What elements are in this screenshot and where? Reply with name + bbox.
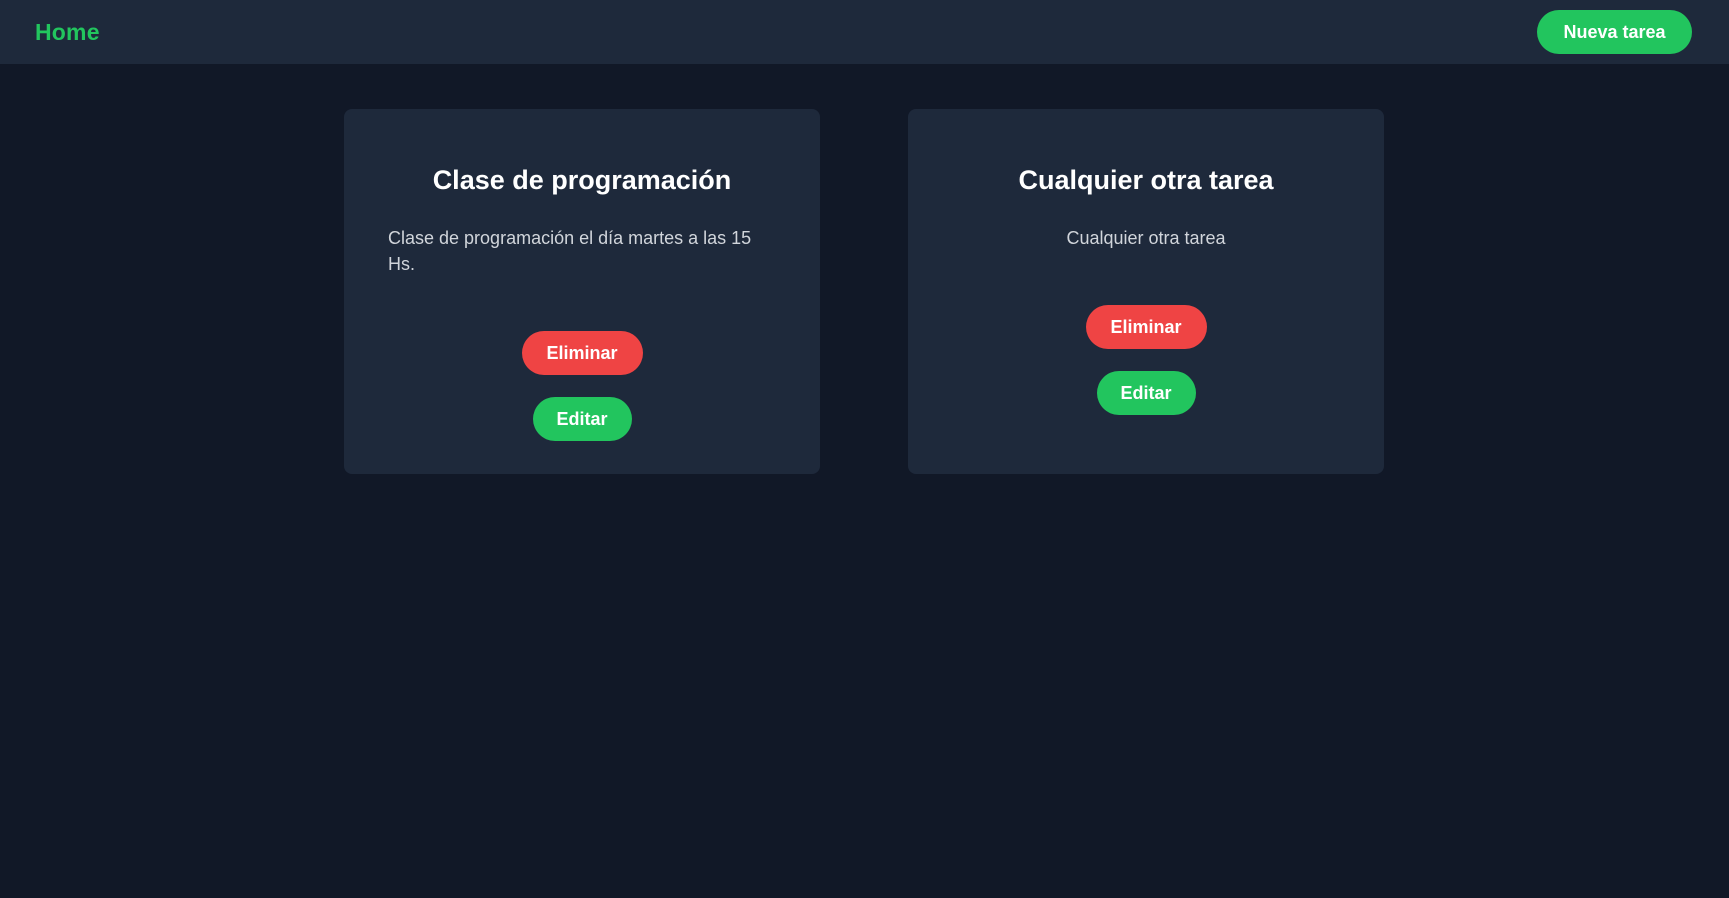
new-task-button[interactable]: Nueva tarea xyxy=(1537,10,1692,54)
navbar: Home Nueva tarea xyxy=(0,0,1729,64)
task-card: Clase de programación Clase de programac… xyxy=(344,109,820,474)
delete-button[interactable]: Eliminar xyxy=(1085,305,1207,349)
delete-button[interactable]: Eliminar xyxy=(521,331,643,375)
task-list: Clase de programación Clase de programac… xyxy=(344,109,1384,474)
task-description: Cualquier otra tarea xyxy=(1066,228,1226,248)
task-title: Clase de programación xyxy=(432,165,732,195)
task-title: Cualquier otra tarea xyxy=(1018,165,1274,195)
task-actions: Eliminar Editar xyxy=(1085,305,1207,415)
task-actions: Eliminar Editar xyxy=(521,331,643,441)
task-description: Clase de programación el día martes a la… xyxy=(388,228,752,274)
edit-button[interactable]: Editar xyxy=(532,397,632,441)
task-card: Cualquier otra tarea Cualquier otra tare… xyxy=(908,109,1384,474)
edit-button[interactable]: Editar xyxy=(1096,371,1196,415)
home-link[interactable]: Home xyxy=(35,19,100,46)
